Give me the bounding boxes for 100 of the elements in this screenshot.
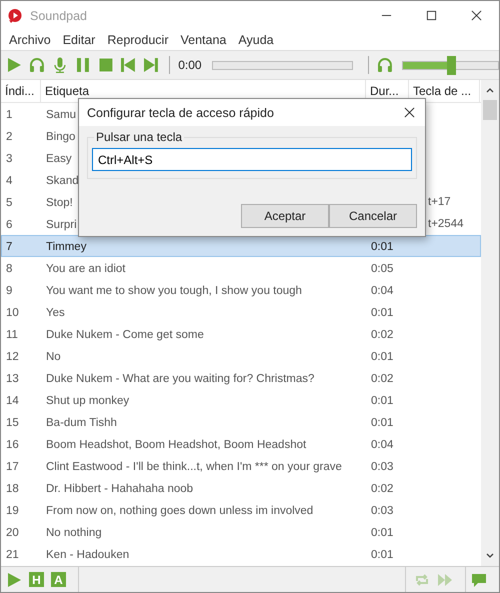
dialog-button[interactable]: Cancelar	[329, 204, 417, 228]
label-cell: Boom Headshot, Boom Headshot, Boom Headshot	[46, 439, 306, 451]
label-cell: From now on, nothing goes down unless im involved	[46, 505, 314, 517]
index-cell: 18	[6, 483, 19, 495]
index-cell: 21	[6, 549, 19, 561]
index-cell: 5	[6, 197, 12, 209]
duration-cell: 0:01	[371, 241, 394, 253]
window-title: Soundpad	[30, 8, 88, 22]
label-cell: Surpri	[46, 219, 77, 231]
index-cell: 14	[6, 395, 19, 407]
index-cell: 11	[6, 329, 18, 341]
menu-item[interactable]: Ventana	[174, 33, 232, 47]
duration-cell: 0:05	[371, 263, 394, 275]
duration-cell: 0:01	[371, 307, 394, 319]
label-cell: Stop!	[46, 197, 73, 209]
label-cell: You are an idiot	[46, 263, 126, 275]
label-cell: No	[46, 351, 61, 363]
label-cell: Ba-dum Tishh	[46, 417, 117, 429]
duration-cell: 0:01	[371, 527, 394, 539]
index-cell: 1	[6, 109, 12, 121]
duration-cell: 0:03	[371, 461, 394, 473]
menu-item[interactable]: Editar	[56, 33, 102, 47]
label-cell: Skand	[46, 175, 79, 187]
microphone-icon[interactable]	[52, 57, 68, 73]
sound-row[interactable]: 7 Timmey 0:01	[1, 235, 481, 257]
menu-item[interactable]: Ayuda	[232, 33, 280, 47]
label-cell: Yes	[46, 307, 65, 319]
group-label: Pulsar una tecla	[94, 130, 184, 144]
label-cell: Clint Eastwood - I'll be think...t, when I'm *** on your grave	[46, 461, 342, 473]
menu-item[interactable]: Archivo	[3, 33, 57, 47]
index-cell: 13	[6, 373, 19, 385]
index-cell: 8	[6, 263, 12, 275]
index-cell: 6	[6, 219, 12, 231]
column-header[interactable]: Índi...	[1, 80, 41, 102]
time-display: 0:00	[178, 58, 202, 72]
app-logo-icon	[7, 8, 23, 24]
sound-row[interactable]: 14 Shut up monkey 0:01	[1, 389, 481, 411]
label-cell: Timmey	[46, 241, 86, 253]
stop-icon[interactable]	[98, 57, 114, 73]
previous-icon[interactable]	[120, 57, 136, 73]
duration-cell: 0:01	[371, 351, 394, 363]
sound-row[interactable]: 11 Duke Nukem - Come get some 0:02	[1, 323, 481, 345]
duration-cell: 0:01	[371, 417, 394, 429]
label-cell: Easy	[46, 153, 72, 165]
duration-cell: 0:02	[371, 483, 394, 495]
duration-cell: 0:02	[371, 373, 394, 385]
index-cell: 16	[6, 439, 19, 451]
play-icon[interactable]	[6, 572, 22, 588]
dialog-title: Configurar tecla de acceso rápido	[87, 106, 274, 120]
volume-slider-thumb[interactable]	[447, 56, 456, 74]
sound-row[interactable]: 17 Clint Eastwood - I'll be think...t, when I'm *** on your grave 0:03	[1, 455, 481, 477]
next-icon[interactable]	[143, 57, 160, 73]
play-icon[interactable]	[6, 57, 22, 73]
menu-item[interactable]: Reproducir	[101, 33, 174, 47]
duration-cell: 0:01	[371, 395, 394, 407]
label-cell: Samu	[46, 109, 76, 121]
speech-bubble-icon[interactable]	[471, 572, 487, 588]
index-cell: 3	[6, 153, 12, 165]
duration-cell: 0:03	[371, 505, 394, 517]
label-cell: Shut up monkey	[46, 395, 130, 407]
index-cell: 17	[6, 461, 19, 473]
sound-row[interactable]: 20 No nothing 0:01	[1, 521, 481, 543]
sound-row[interactable]: 16 Boom Headshot, Boom Headshot, Boom Headshot 0:04	[1, 433, 481, 455]
headphones-icon[interactable]	[28, 57, 45, 73]
headphones-icon[interactable]	[376, 57, 393, 73]
index-cell: 7	[6, 241, 12, 253]
label-cell: Duke Nukem - What are you waiting for? Christmas?	[46, 373, 314, 385]
label-cell: Dr. Hibbert - Hahahaha noob	[46, 483, 194, 495]
close-icon[interactable]	[404, 107, 415, 118]
sound-row[interactable]: 12 No 0:01	[1, 345, 481, 367]
sound-row[interactable]: 19 From now on, nothing goes down unless im involved 0:03	[1, 499, 481, 521]
label-cell: Ken - Hadouken	[46, 549, 130, 561]
hotkey-cell: t+17	[428, 196, 451, 208]
label-cell: No nothing	[46, 527, 102, 539]
progress-bar[interactable]	[212, 60, 353, 70]
sound-row[interactable]: 10 Yes 0:01	[1, 301, 481, 323]
duration-cell: 0:04	[371, 285, 394, 297]
sound-row[interactable]: 15 Ba-dum Tishh 0:01	[1, 411, 481, 433]
index-cell: 12	[6, 351, 19, 363]
duration-cell: 0:01	[371, 549, 394, 561]
scrollbar-thumb[interactable]	[483, 100, 497, 120]
index-cell: 4	[6, 175, 12, 187]
hotkey-input-field[interactable]: Ctrl+Alt+S	[92, 148, 412, 171]
sound-row[interactable]: 18 Dr. Hibbert - Hahahaha noob 0:02	[1, 477, 481, 499]
sound-row[interactable]: 9 You want me to show you tough, I show you tough 0:04	[1, 279, 481, 301]
label-cell: You want me to show you tough, I show you tough	[46, 285, 302, 297]
duration-cell: 0:04	[371, 439, 394, 451]
index-cell: 15	[6, 417, 19, 429]
label-cell: Duke Nukem - Come get some	[46, 329, 204, 341]
label-cell: Bingo	[46, 131, 76, 143]
sound-row[interactable]: 21 Ken - Hadouken 0:01	[1, 543, 481, 565]
close-icon[interactable]	[471, 10, 482, 21]
index-cell: 20	[6, 527, 19, 539]
duration-cell: 0:02	[371, 329, 394, 341]
pause-icon[interactable]	[74, 57, 91, 73]
maximize-icon[interactable]	[426, 10, 437, 21]
sound-row[interactable]: 13 Duke Nukem - What are you waiting for? Christmas? 0:02	[1, 367, 481, 389]
sound-row[interactable]: 8 You are an idiot 0:05	[1, 257, 481, 279]
index-cell: 19	[6, 505, 19, 517]
dialog-button[interactable]: Aceptar	[241, 204, 329, 228]
